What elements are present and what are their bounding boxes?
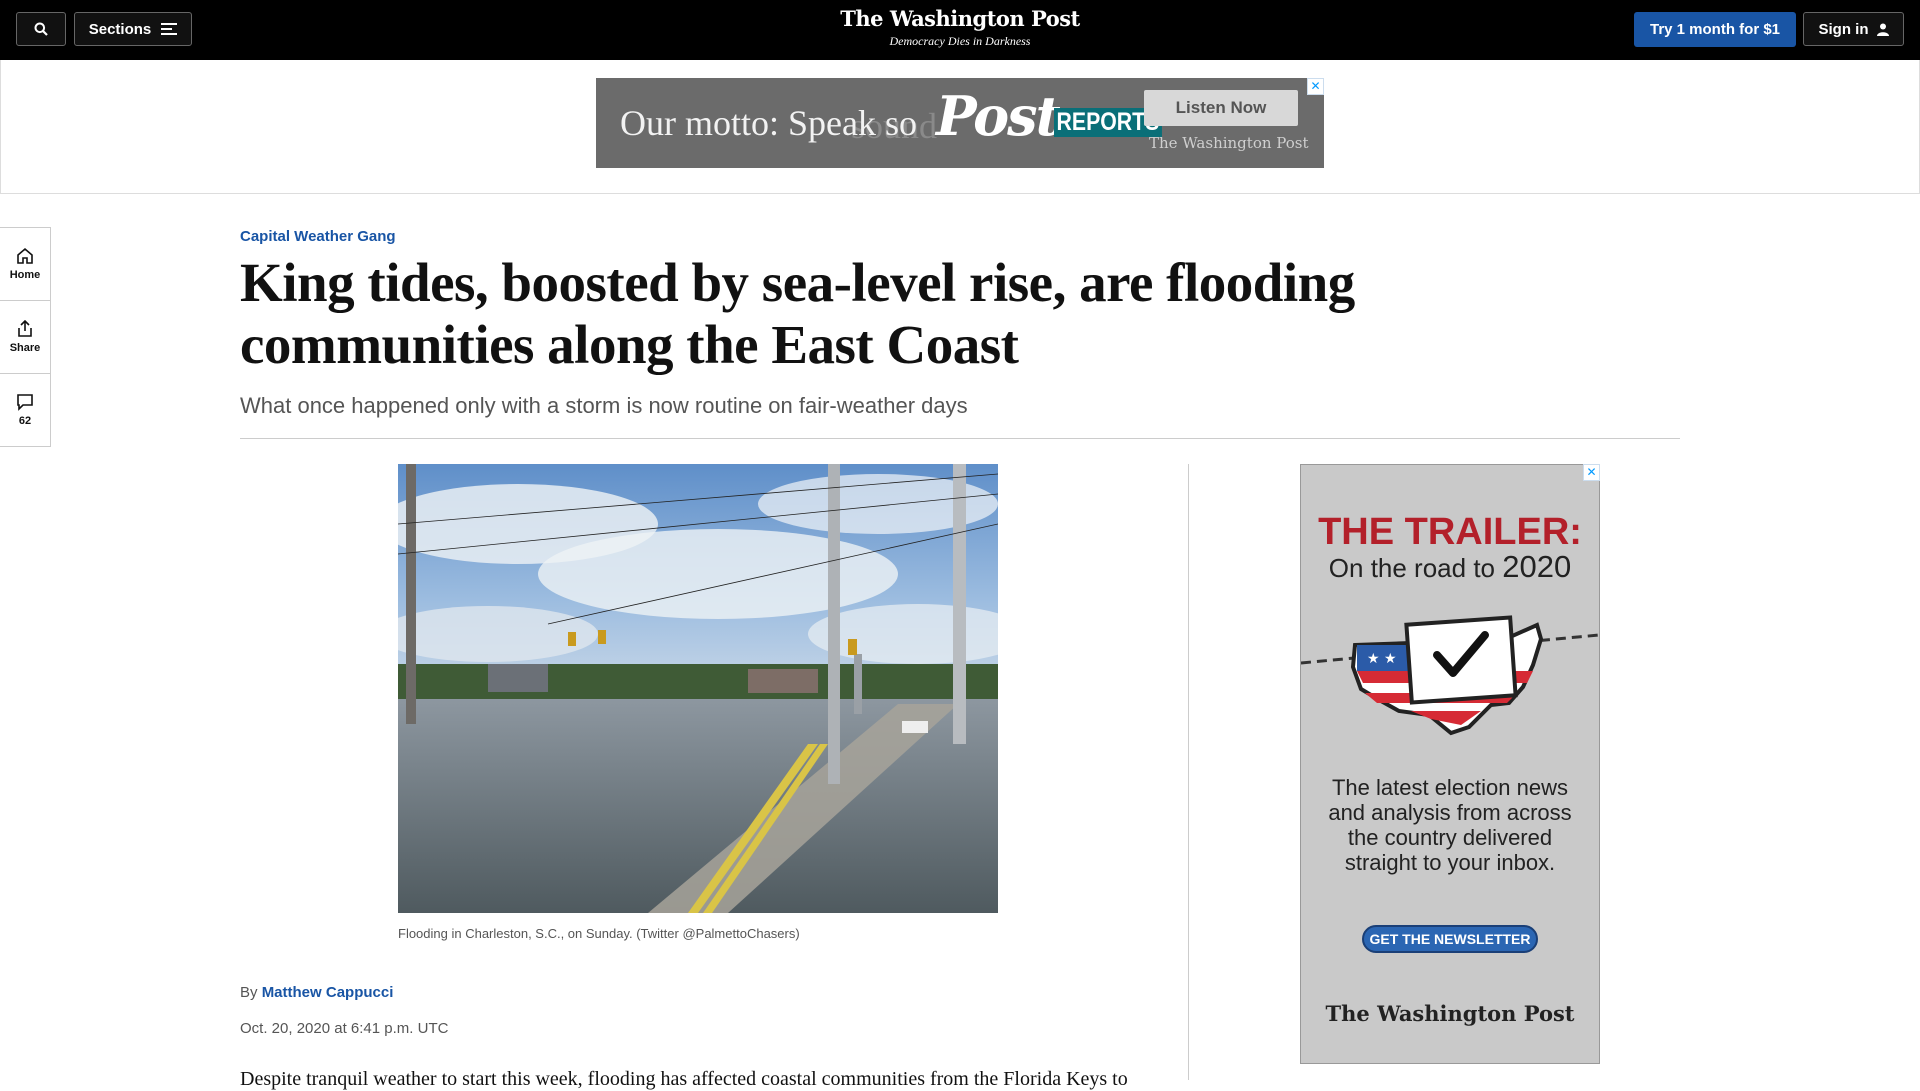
rail-share-label: Share	[9, 342, 41, 354]
ad-post-logo: Post	[936, 84, 1061, 148]
sign-in-label: Sign in	[1818, 20, 1869, 38]
masthead[interactable]: The Washington Post Democracy Dies in Da…	[760, 6, 1160, 49]
side-ad-subtitle: On the road to 2020	[1301, 549, 1599, 585]
article-dek: What once happened only with a storm is …	[240, 393, 968, 418]
top-nav: Sections The Washington Post Democracy D…	[0, 0, 1920, 60]
ad-close-icon[interactable]: ✕	[1307, 78, 1324, 95]
menu-icon	[161, 23, 178, 35]
site-logo[interactable]: The Washington Post	[760, 6, 1160, 31]
home-icon	[17, 247, 33, 264]
share-icon	[18, 320, 32, 337]
rail-comments-button[interactable]: 62	[0, 374, 50, 446]
byline: By Matthew Cappucci	[240, 984, 393, 1001]
usa-ballot-icon: ★ ★	[1301, 615, 1599, 736]
search-icon	[34, 22, 48, 36]
byline-prefix: By	[240, 984, 258, 1001]
photo-caption: Flooding in Charleston, S.C., on Sunday.…	[398, 926, 800, 941]
comment-icon	[17, 394, 33, 411]
side-ad-newsletter[interactable]: THE TRAILER: On the road to 2020 ★ ★ The…	[1300, 464, 1600, 1064]
svg-text:★ ★: ★ ★	[1367, 651, 1397, 667]
flooded-street-image	[398, 464, 998, 913]
side-ad-body: The latest election news and analysis fr…	[1328, 775, 1572, 875]
top-ad-banner[interactable]: sound Our motto: Speak so Post REPORTS L…	[596, 78, 1324, 168]
ad-listen-button[interactable]: Listen Now	[1144, 90, 1298, 126]
sections-label: Sections	[88, 20, 152, 38]
side-ad-brand: The Washington Post	[1325, 1001, 1575, 1026]
header-divider	[240, 438, 1680, 439]
ad-brand: The Washington Post	[1149, 134, 1309, 152]
article-headline: King tides, boosted by sea-level rise, a…	[240, 252, 1355, 375]
column-divider	[1188, 464, 1189, 1080]
rail-home-label: Home	[9, 269, 41, 281]
side-ad-cta-button[interactable]: GET THE NEWSLETTER	[1362, 925, 1538, 953]
side-ad-title: THE TRAILER:	[1318, 511, 1582, 553]
sign-in-button[interactable]: Sign in	[1803, 12, 1904, 46]
rail-share-button[interactable]: Share	[0, 301, 50, 374]
rail-comments-count: 62	[18, 415, 32, 427]
side-ad-subtitle-text: On the road to	[1328, 553, 1496, 583]
section-kicker[interactable]: Capital Weather Gang	[240, 228, 396, 245]
publish-date: Oct. 20, 2020 at 6:41 p.m. UTC	[240, 1020, 449, 1037]
ad-motto: Our motto: Speak so	[620, 103, 917, 143]
author-link[interactable]: Matthew Cappucci	[262, 984, 394, 1001]
rail-home-button[interactable]: Home	[0, 228, 50, 301]
side-ad-year: 2020	[1502, 549, 1572, 584]
user-icon	[1876, 23, 1889, 36]
site-tagline: Democracy Dies in Darkness	[889, 34, 1031, 48]
subscribe-trial-button[interactable]: Try 1 month for $1	[1634, 12, 1796, 47]
side-ad-close-icon[interactable]: ✕	[1583, 464, 1600, 481]
left-action-rail: Home Share 62	[0, 227, 51, 447]
search-button[interactable]	[16, 12, 66, 46]
sections-button[interactable]: Sections	[74, 12, 192, 46]
article-lead-photo[interactable]	[398, 464, 998, 913]
